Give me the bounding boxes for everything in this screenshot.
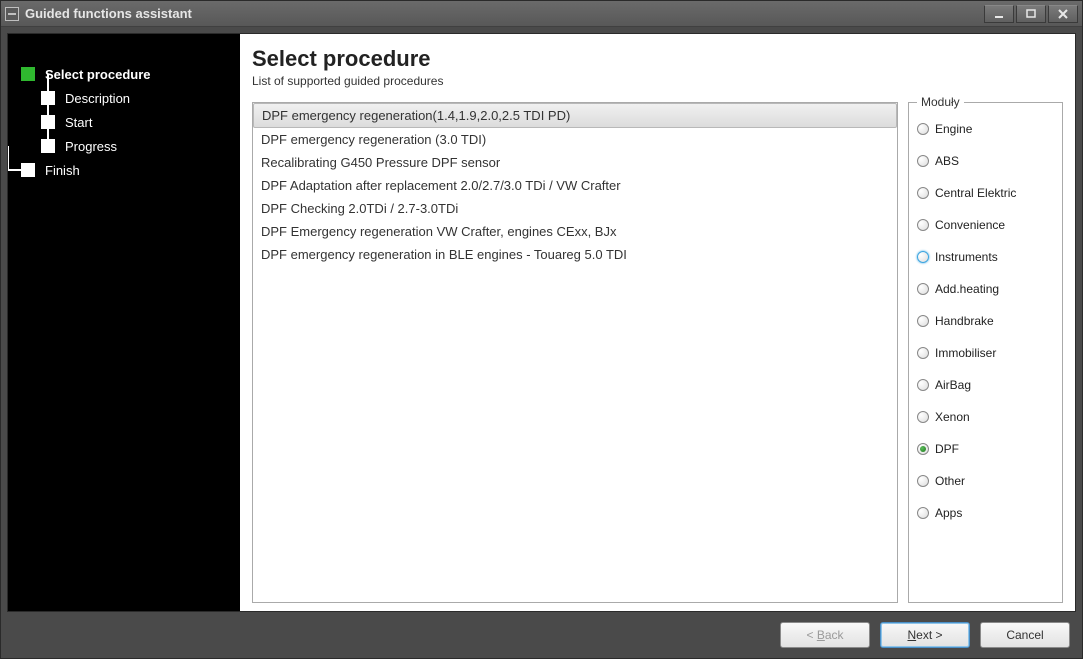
- step-label: Start: [65, 115, 92, 130]
- module-radio[interactable]: Instruments: [917, 241, 1054, 273]
- body-area: Select procedure Description Start Progress…: [1, 27, 1082, 658]
- maximize-icon: [1025, 9, 1037, 19]
- cancel-button[interactable]: Cancel: [980, 622, 1070, 648]
- step-marker-icon: [41, 91, 55, 105]
- module-label: Central Elektric: [935, 186, 1016, 200]
- step-marker-icon: [21, 163, 35, 177]
- modules-list: Engine ABS Central Elektric Convenience Inst…: [917, 113, 1054, 529]
- next-button[interactable]: Next >: [880, 622, 970, 648]
- window-title: Guided functions assistant: [25, 6, 192, 21]
- wizard-sidebar: Select procedure Description Start Progress…: [8, 34, 240, 611]
- radio-icon: [917, 443, 929, 455]
- module-radio[interactable]: AirBag: [917, 369, 1054, 401]
- wizard-step: Progress: [38, 134, 240, 158]
- window-frame: Guided functions assistant Select proced…: [0, 0, 1083, 659]
- module-label: Apps: [935, 506, 962, 520]
- module-label: Other: [935, 474, 965, 488]
- radio-icon: [917, 411, 929, 423]
- step-marker-icon: [21, 67, 35, 81]
- module-label: Add.heating: [935, 282, 999, 296]
- back-button: < Back: [780, 622, 870, 648]
- wizard-steps: Select procedure Description Start Progress…: [18, 62, 240, 182]
- step-marker-icon: [41, 139, 55, 153]
- radio-icon: [917, 347, 929, 359]
- step-label: Progress: [65, 139, 117, 154]
- module-label: Convenience: [935, 218, 1005, 232]
- procedure-item[interactable]: DPF Emergency regeneration VW Crafter, e…: [253, 220, 897, 243]
- minimize-icon: [993, 9, 1005, 19]
- main-header: Select procedure List of supported guide…: [252, 46, 1063, 102]
- module-radio[interactable]: Immobiliser: [917, 337, 1054, 369]
- module-label: Xenon: [935, 410, 970, 424]
- titlebar[interactable]: Guided functions assistant: [1, 1, 1082, 27]
- procedure-item[interactable]: Recalibrating G450 Pressure DPF sensor: [253, 151, 897, 174]
- module-label: Instruments: [935, 250, 998, 264]
- minimize-button[interactable]: [984, 5, 1014, 23]
- radio-icon: [917, 315, 929, 327]
- procedure-item[interactable]: DPF Checking 2.0TDi / 2.7-3.0TDi: [253, 197, 897, 220]
- module-radio[interactable]: Other: [917, 465, 1054, 497]
- radio-icon: [917, 475, 929, 487]
- main-content: DPF emergency regeneration(1.4,1.9,2.0,2…: [252, 102, 1063, 603]
- radio-icon: [917, 123, 929, 135]
- radio-icon: [917, 219, 929, 231]
- step-label: Description: [65, 91, 130, 106]
- module-radio[interactable]: DPF: [917, 433, 1054, 465]
- module-label: Engine: [935, 122, 972, 136]
- module-label: Handbrake: [935, 314, 994, 328]
- module-radio[interactable]: Handbrake: [917, 305, 1054, 337]
- step-label: Select procedure: [45, 67, 151, 82]
- wizard-step: Description: [38, 86, 240, 110]
- main-panel: Select procedure List of supported guide…: [240, 34, 1075, 611]
- procedure-item[interactable]: DPF emergency regeneration in BLE engine…: [253, 243, 897, 266]
- module-radio[interactable]: Convenience: [917, 209, 1054, 241]
- radio-icon: [917, 507, 929, 519]
- modules-panel: Moduły EngineABSCentral ElektricConvenie…: [908, 102, 1063, 603]
- wizard-step: Select procedure: [18, 62, 240, 86]
- radio-icon: [917, 155, 929, 167]
- module-radio[interactable]: ABS: [917, 145, 1054, 177]
- wizard-step: Start: [38, 110, 240, 134]
- module-label: ABS: [935, 154, 959, 168]
- window-controls: [984, 5, 1078, 23]
- page-subtitle: List of supported guided procedures: [252, 74, 1063, 88]
- wizard-step: Finish: [18, 158, 240, 182]
- module-radio[interactable]: Apps: [917, 497, 1054, 529]
- module-label: DPF: [935, 442, 959, 456]
- module-label: AirBag: [935, 378, 971, 392]
- procedure-item[interactable]: DPF Adaptation after replacement 2.0/2.7…: [253, 174, 897, 197]
- module-label: Immobiliser: [935, 346, 996, 360]
- module-radio[interactable]: Engine: [917, 113, 1054, 145]
- button-bar: < Back Next > Cancel: [7, 612, 1076, 652]
- procedure-list[interactable]: DPF emergency regeneration(1.4,1.9,2.0,2…: [252, 102, 898, 603]
- radio-icon: [917, 187, 929, 199]
- procedure-item[interactable]: DPF emergency regeneration (3.0 TDI): [253, 128, 897, 151]
- maximize-button[interactable]: [1016, 5, 1046, 23]
- radio-icon: [917, 283, 929, 295]
- module-radio[interactable]: Add.heating: [917, 273, 1054, 305]
- modules-legend: Moduły: [917, 95, 964, 109]
- app-icon: [5, 7, 19, 21]
- close-button[interactable]: [1048, 5, 1078, 23]
- step-label: Finish: [45, 163, 80, 178]
- radio-icon: [917, 379, 929, 391]
- procedure-item[interactable]: DPF emergency regeneration(1.4,1.9,2.0,2…: [253, 103, 897, 128]
- wizard-frame: Select procedure Description Start Progress…: [7, 33, 1076, 612]
- radio-icon: [917, 251, 929, 263]
- step-marker-icon: [41, 115, 55, 129]
- module-radio[interactable]: Central Elektric: [917, 177, 1054, 209]
- module-radio[interactable]: Xenon: [917, 401, 1054, 433]
- close-icon: [1057, 9, 1069, 19]
- page-title: Select procedure: [252, 46, 1063, 72]
